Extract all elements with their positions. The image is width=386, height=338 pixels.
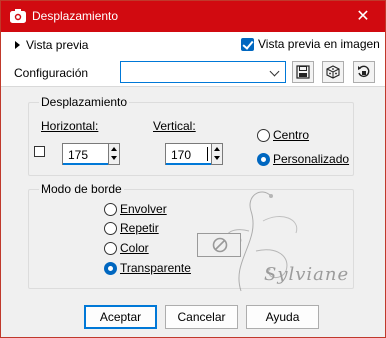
camera-icon	[10, 9, 26, 23]
checkbox-checked-icon	[241, 37, 254, 51]
horizontal-value: 175	[68, 148, 89, 162]
close-button[interactable]: ✕	[341, 1, 385, 32]
repeat-radio[interactable]: Repetir	[104, 221, 159, 235]
ok-button[interactable]: Aceptar	[84, 305, 157, 329]
horizontal-updown[interactable]	[108, 144, 119, 164]
arrow-down-icon	[111, 156, 117, 160]
expand-arrow-icon	[15, 41, 20, 49]
randomize-button[interactable]	[322, 61, 344, 83]
vertical-spinner[interactable]: 170	[165, 143, 223, 165]
reset-icon	[358, 65, 370, 78]
wrap-label: Envolver	[120, 202, 167, 216]
help-button[interactable]: Ayuda	[246, 305, 319, 329]
wrap-radio[interactable]: Envolver	[104, 202, 167, 216]
vertical-updown[interactable]	[211, 144, 222, 164]
title-bar: Desplazamiento ✕	[1, 1, 385, 32]
radio-off-icon	[104, 241, 117, 255]
link-checkbox[interactable]	[34, 146, 45, 157]
center-label: Centro	[273, 128, 310, 142]
vertical-value: 170	[171, 148, 192, 162]
live-preview-label: Vista previa en imagen	[258, 37, 380, 51]
cancel-button[interactable]: Cancelar	[165, 305, 238, 329]
arrow-down-icon	[214, 156, 220, 160]
radio-off-icon	[104, 202, 117, 216]
watermark-text: Sylviane	[264, 264, 350, 285]
config-combobox[interactable]	[120, 61, 286, 83]
focus-underline	[63, 163, 108, 165]
custom-label: Personalizado	[273, 152, 350, 166]
reset-button[interactable]	[353, 61, 375, 83]
dice-icon	[326, 65, 340, 79]
transparent-label: Transparente	[120, 261, 191, 275]
arrow-up-icon	[214, 147, 220, 151]
horizontal-label: Horizontal:	[41, 119, 99, 133]
arrow-up-icon	[111, 147, 117, 151]
custom-radio[interactable]: Personalizado	[257, 152, 349, 166]
vertical-label: Vertical:	[153, 119, 196, 133]
radio-on-icon	[104, 261, 117, 275]
text-caret	[207, 147, 208, 161]
preview-bar: Vista previa Vista previa en imagen	[1, 32, 385, 57]
center-radio[interactable]: Centro	[257, 128, 309, 142]
focus-underline	[166, 163, 211, 165]
edge-mode-legend: Modo de borde	[39, 182, 124, 196]
save-preset-button[interactable]	[292, 61, 314, 83]
repeat-label: Repetir	[120, 221, 159, 235]
chevron-down-icon[interactable]	[268, 65, 282, 79]
radio-off-icon	[104, 221, 117, 235]
window-title: Desplazamiento	[32, 9, 119, 23]
preview-toggle[interactable]: Vista previa	[15, 38, 88, 52]
no-color-icon	[212, 237, 228, 253]
color-swatch[interactable]	[197, 233, 241, 257]
horizontal-spinner[interactable]: 175	[62, 143, 120, 165]
color-radio[interactable]: Color	[104, 241, 149, 255]
color-label: Color	[120, 241, 149, 255]
save-icon	[296, 65, 310, 79]
config-row: Configuración	[1, 57, 385, 87]
live-preview-checkbox[interactable]: Vista previa en imagen	[241, 37, 380, 51]
transparent-radio[interactable]: Transparente	[104, 261, 191, 275]
radio-on-icon	[257, 152, 270, 166]
offset-legend: Desplazamiento	[39, 95, 130, 109]
preview-label: Vista previa	[26, 38, 89, 52]
dialog-window: Desplazamiento ✕ Vista previa Vista prev…	[0, 0, 386, 338]
config-label: Configuración	[14, 66, 89, 80]
radio-off-icon	[257, 128, 270, 142]
